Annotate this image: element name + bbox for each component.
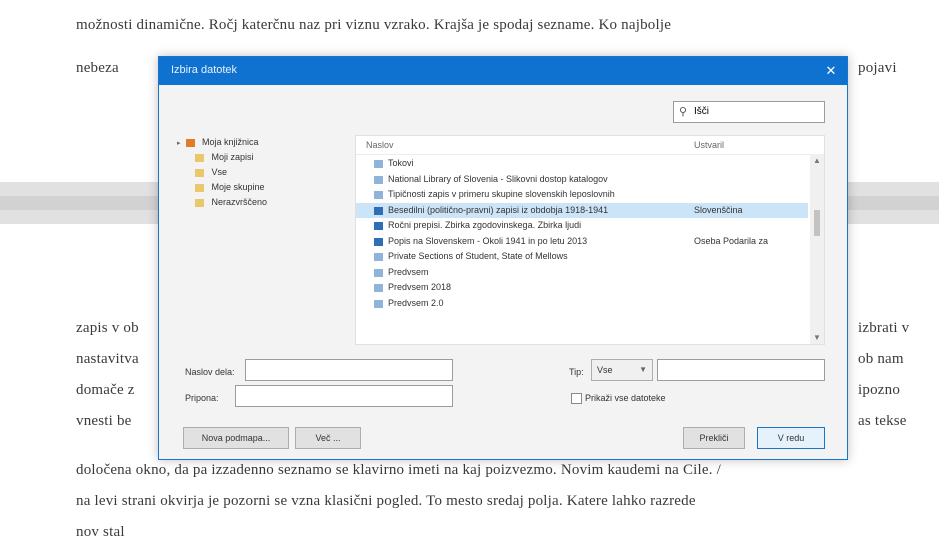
doc-line: nov stal	[76, 524, 125, 540]
type-label: Tip:	[569, 367, 584, 377]
folder-icon	[195, 183, 204, 192]
nav-item-uncategorized[interactable]: Nerazvrščeno	[177, 195, 342, 210]
suffix-field-label: Pripona:	[185, 393, 219, 403]
nav-tree: ▸ Moja knjižnica Moji zapisi Vse Moje sk…	[177, 135, 342, 335]
column-header-name[interactable]: Naslov	[366, 140, 394, 150]
document-icon	[374, 268, 383, 277]
folder-icon	[195, 168, 204, 177]
file-name: Predvsem 2018	[388, 282, 452, 292]
search-icon: ⚲	[679, 106, 688, 118]
document-icon	[374, 253, 383, 261]
type-filter-field[interactable]	[657, 359, 825, 381]
title-field-label: Naslov dela:	[185, 367, 235, 377]
file-row[interactable]: Predvsem	[356, 265, 808, 281]
ok-button[interactable]: V redu	[757, 427, 825, 449]
expand-icon[interactable]: ▸	[177, 136, 183, 151]
doc-line: izbrati v	[858, 320, 910, 336]
scroll-up-icon[interactable]: ▲	[813, 156, 821, 165]
scrollbar-thumb[interactable]	[814, 210, 820, 236]
file-row[interactable]: Popis na Slovenskem - Okoli 1941 in po l…	[356, 234, 808, 250]
doc-line: vnesti be	[76, 413, 132, 429]
file-author: Slovenščina	[694, 204, 743, 215]
document-icon	[374, 175, 383, 184]
file-row[interactable]: Tokovi	[356, 156, 808, 172]
doc-line: nastavitva	[76, 351, 139, 367]
doc-line: as tekse	[858, 413, 907, 429]
document-icon	[374, 191, 383, 199]
column-header-author[interactable]: Ustvaril	[694, 140, 724, 150]
book-icon	[374, 206, 383, 215]
document-icon	[374, 284, 383, 292]
doc-line: zapis v ob	[76, 320, 139, 336]
doc-line: pojavi	[858, 60, 897, 76]
type-dropdown-value: Vse	[597, 365, 613, 375]
doc-line: nebeza	[76, 60, 119, 76]
suffix-field[interactable]	[235, 385, 453, 407]
doc-line: ipozno	[858, 382, 901, 398]
chevron-down-icon: ▼	[639, 365, 647, 374]
nav-item-label: Moji zapisi	[211, 152, 254, 162]
folder-icon	[195, 153, 204, 162]
file-author: Oseba Podarila za	[694, 235, 769, 246]
more-button[interactable]: Več ...	[295, 427, 361, 449]
nav-item-library[interactable]: ▸ Moja knjižnica	[177, 135, 342, 150]
file-row[interactable]: Ročni prepisi. Zbirka zgodovinskega. Zbi…	[356, 218, 808, 234]
scroll-down-icon[interactable]: ▼	[813, 333, 821, 342]
file-row[interactable]: Predvsem 2018	[356, 280, 808, 296]
file-name: Besedilni (politično-pravni) zapisi iz o…	[388, 204, 609, 215]
file-row[interactable]: Besedilni (politično-pravni) zapisi iz o…	[356, 202, 808, 218]
file-name: Predvsem 2.0	[388, 297, 444, 308]
new-folder-button[interactable]: Nova podmapa...	[183, 427, 289, 449]
nav-item-label: Vse	[211, 167, 228, 177]
doc-line: ob nam	[858, 351, 904, 367]
doc-line: domače z	[76, 382, 135, 398]
file-row[interactable]: Tipičnosti zapis v primeru skupine slove…	[356, 187, 808, 203]
cancel-button[interactable]: Prekliči	[683, 427, 745, 449]
type-dropdown[interactable]: Vse ▼	[591, 359, 653, 381]
file-row[interactable]: National Library of Slovenia - Slikovni …	[356, 172, 808, 188]
file-row[interactable]: Private Sections of Student, State of Me…	[356, 249, 808, 265]
show-all-label: Prikaži vse datoteke	[585, 393, 666, 403]
file-name: Private Sections of Student, State of Me…	[388, 251, 568, 261]
document-page: možnosti dinamične. Ročj katerčnu naz pr…	[0, 0, 939, 551]
scrollbar[interactable]: ▲ ▼	[810, 154, 824, 344]
nav-item-my-records[interactable]: Moji zapisi	[177, 150, 342, 165]
file-row[interactable]: Predvsem 2.0	[356, 296, 808, 312]
show-all-checkbox[interactable]	[571, 393, 582, 404]
file-name: National Library of Slovenia - Slikovni …	[388, 173, 608, 184]
file-dialog: Izbira datotek ✕ ⚲ ▸ Moja knjižnica Moji…	[158, 56, 848, 460]
file-name: Tokovi	[388, 158, 414, 168]
document-icon	[374, 299, 383, 308]
nav-item-my-groups[interactable]: Moje skupine	[177, 180, 342, 195]
doc-line: določena okno, da pa izzadenno seznamo s…	[76, 462, 722, 478]
file-list-header: Naslov Ustvaril	[356, 136, 824, 155]
nav-item-label: Moja knjižnica	[202, 137, 259, 147]
nav-item-label: Moje skupine	[211, 182, 265, 192]
book-icon	[374, 222, 383, 230]
folder-icon	[195, 198, 204, 207]
doc-line: možnosti dinamične. Ročj katerčnu naz pr…	[76, 17, 672, 33]
close-icon[interactable]: ✕	[823, 63, 839, 79]
nav-item-label: Nerazvrščeno	[211, 197, 268, 207]
book-icon	[374, 237, 383, 246]
nav-item-all[interactable]: Vse	[177, 165, 342, 180]
file-list: Naslov Ustvaril Tokovi National Library o…	[355, 135, 825, 345]
doc-line: na levi strani okvirja je pozorni se vzn…	[76, 493, 696, 509]
file-name: Popis na Slovenskem - Okoli 1941 in po l…	[388, 235, 588, 246]
title-field[interactable]	[245, 359, 453, 381]
dialog-title: Izbira datotek	[171, 64, 238, 76]
library-icon	[185, 138, 195, 147]
file-name: Tipičnosti zapis v primeru skupine slove…	[388, 189, 615, 199]
file-name: Predvsem	[388, 266, 429, 277]
document-icon	[374, 160, 383, 168]
search-field[interactable]: ⚲	[673, 101, 825, 123]
dialog-titlebar[interactable]: Izbira datotek ✕	[159, 57, 847, 85]
file-rows: Tokovi National Library of Slovenia - Sli…	[356, 156, 808, 311]
search-input[interactable]	[694, 104, 814, 118]
file-name: Ročni prepisi. Zbirka zgodovinskega. Zbi…	[388, 220, 582, 230]
